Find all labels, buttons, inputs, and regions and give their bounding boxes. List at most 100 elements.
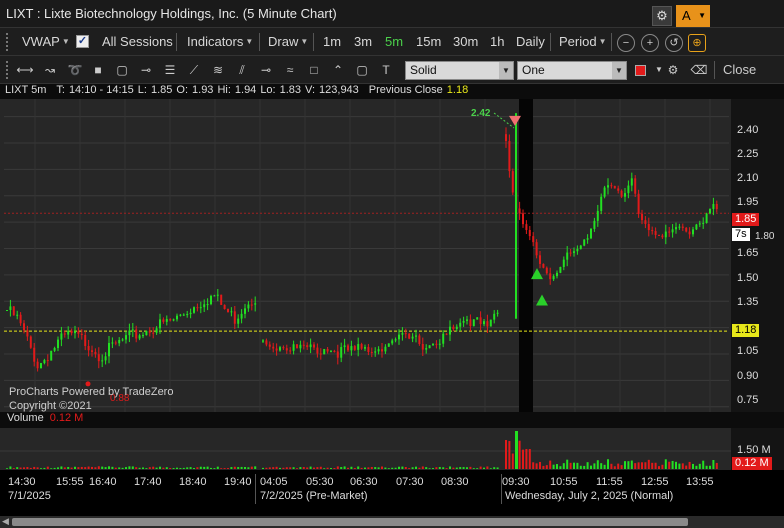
color-picker[interactable] <box>635 65 646 76</box>
horizontal-scrollbar[interactable]: ◀ <box>0 516 784 528</box>
alert-label: A <box>682 8 691 23</box>
period-dropdown[interactable]: Period ▼ <box>559 34 607 49</box>
volume-value: 0.12 M <box>49 412 84 424</box>
text-tool-icon[interactable]: T <box>377 62 395 78</box>
close-drawing-button[interactable]: Close <box>723 62 756 77</box>
date-label: 7/2/2025 (Pre-Market) <box>260 490 368 502</box>
window-title: LIXT : Lixte Biotechnology Holdings, Inc… <box>6 6 337 21</box>
time-tick: 08:30 <box>441 476 469 488</box>
legend-low: 1.83 <box>279 84 302 96</box>
chevron-down-icon: ▼ <box>61 37 70 46</box>
ohlc-legend: LIXT 5m T: 14:10 - 14:15 L: 1.85 O: 1.93 Hi: 1.9… <box>0 84 784 99</box>
time-tick: 05:30 <box>306 476 334 488</box>
horizontal-ray-icon[interactable]: ⊸ <box>257 62 275 78</box>
fibonacci-icon[interactable]: ≋ <box>209 62 227 78</box>
indicators-dropdown[interactable]: Indicators ▼ <box>187 34 253 49</box>
interval-daily[interactable]: Daily <box>516 34 545 49</box>
line-width-select[interactable]: One ▼ <box>517 61 627 80</box>
legend-open: 1.93 <box>192 84 214 96</box>
price-tick: 0.75 <box>737 394 759 406</box>
price-tick: 1.95 <box>737 196 759 208</box>
trendline-icon[interactable]: ⟋ <box>185 62 203 78</box>
legend-volume: 123,943 <box>319 84 359 96</box>
horizontal-line-icon[interactable]: ⊸ <box>137 62 155 78</box>
gear-icon[interactable]: ⚙ <box>664 62 682 78</box>
vwap-dropdown[interactable]: VWAP ▼ <box>22 34 70 49</box>
line-style-select[interactable]: Solid ▼ <box>405 61 514 80</box>
alert-button[interactable]: A ▼ <box>676 5 710 27</box>
legend-last: 1.85 <box>150 84 173 96</box>
segment-tool-icon[interactable]: ⟷ <box>16 62 34 78</box>
date-label: Wednesday, July 2, 2025 (Normal) <box>505 490 674 502</box>
all-sessions-label[interactable]: All Sessions <box>102 34 173 49</box>
previous-close-label: Previous Close <box>368 84 443 96</box>
ribbon-icon[interactable]: ≈ <box>281 62 299 78</box>
volume-label: Volume <box>7 412 44 424</box>
price-tick: 1.35 <box>737 296 759 308</box>
parallel-lines-icon[interactable]: ☰ <box>161 62 179 78</box>
time-tick: 19:40 <box>224 476 252 488</box>
price-tick: 1.80 <box>755 231 775 242</box>
eraser-icon[interactable]: ⌫ <box>690 62 708 78</box>
time-tick: 06:30 <box>350 476 378 488</box>
interval-3m[interactable]: 3m <box>354 34 372 49</box>
time-tick: 12:55 <box>641 476 669 488</box>
date-label: 7/1/2025 <box>8 490 51 502</box>
toolbar-grip[interactable] <box>6 61 10 79</box>
crosshair-tool-icon[interactable]: ⊕ <box>688 34 706 52</box>
reset-zoom-icon[interactable]: ↺ <box>665 34 683 52</box>
price-tick: 1.65 <box>737 247 759 259</box>
scrollbar-thumb[interactable] <box>12 518 688 526</box>
last-price-tag: 1.85 <box>732 213 760 226</box>
legend-high: 1.94 <box>234 84 257 96</box>
price-tick: 2.25 <box>737 148 759 160</box>
watermark-text: ProCharts Powered by TradeZero <box>9 386 174 398</box>
ray-tool-icon[interactable]: ↝ <box>41 62 59 78</box>
legend-time: 14:10 - 14:15 <box>68 84 134 96</box>
time-tick: 07:30 <box>396 476 424 488</box>
zoom-in-icon[interactable]: + <box>641 34 659 52</box>
zoom-out-icon[interactable]: − <box>617 34 635 52</box>
scroll-left-icon[interactable]: ◀ <box>2 516 9 527</box>
channel-tool-icon[interactable]: ⫽ <box>233 62 251 78</box>
lasso-tool-icon[interactable]: ➰ <box>66 62 84 78</box>
toolbar-grip[interactable] <box>6 33 10 51</box>
chevron-down-icon: ▼ <box>698 11 706 20</box>
volume-header: Volume 0.12 M <box>0 412 784 428</box>
time-tick: 15:55 <box>56 476 84 488</box>
price-tick: 1.05 <box>737 345 759 357</box>
prev-close-tag: 1.18 <box>732 324 760 337</box>
volume-tick: 1.50 M <box>737 444 771 456</box>
chevron-down-icon: ▼ <box>612 62 626 79</box>
interval-5m[interactable]: 5m <box>385 34 403 49</box>
ellipse-icon[interactable]: ▢ <box>353 62 371 78</box>
price-tick: 1.50 <box>737 272 759 284</box>
price-tick: 0.90 <box>737 370 759 382</box>
chevron-down-icon: ▼ <box>300 37 309 46</box>
draw-dropdown[interactable]: Draw ▼ <box>268 34 308 49</box>
interval-15m[interactable]: 15m <box>416 34 441 49</box>
interval-1h[interactable]: 1h <box>490 34 504 49</box>
time-tick: 13:55 <box>686 476 714 488</box>
time-tick: 18:40 <box>179 476 207 488</box>
interval-30m[interactable]: 30m <box>453 34 478 49</box>
title-bar: LIXT : Lixte Biotechnology Holdings, Inc… <box>0 0 784 28</box>
chevron-down-icon: ▼ <box>499 62 513 79</box>
gear-icon[interactable]: ⚙ <box>652 6 672 26</box>
rectangle-filled-icon[interactable]: ■ <box>89 62 107 78</box>
interval-1m[interactable]: 1m <box>323 34 341 49</box>
rectangle-outline-icon[interactable]: □ <box>305 62 323 78</box>
time-tick: 04:05 <box>260 476 288 488</box>
chevron-down-icon: ▼ <box>598 37 607 46</box>
chevron-down-icon: ▼ <box>245 37 254 46</box>
time-tick: 16:40 <box>89 476 117 488</box>
price-tick: 2.40 <box>737 124 759 136</box>
all-sessions-checkbox[interactable]: ✓ <box>76 35 89 48</box>
countdown-tag: 7s <box>732 228 750 241</box>
rounded-rect-icon[interactable]: ▢ <box>113 62 131 78</box>
polyline-icon[interactable]: ⌃ <box>329 62 347 78</box>
previous-close-value: 1.18 <box>446 84 469 96</box>
copyright-text: Copyright ©2021 <box>9 400 92 412</box>
time-tick: 10:55 <box>550 476 578 488</box>
volume-last-tag: 0.12 M <box>732 457 772 470</box>
